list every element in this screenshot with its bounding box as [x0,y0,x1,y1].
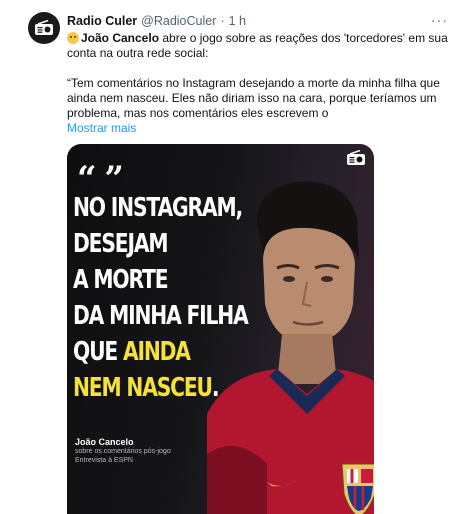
quote-line-1: “Tem comentários no Instagram desejando … [67,76,440,90]
player-face [263,227,355,346]
caption-name: João Cancelo [75,437,134,447]
tweet-header: Radio Culer @RadioCuler · 1 h ··· [67,12,452,30]
separator-dot: · [220,14,225,28]
tweet-line-1: João Cancelo abre o jogo sobre as reaçõe… [67,31,452,46]
author-handle[interactable]: @RadioCuler [141,14,216,28]
show-more-link[interactable]: Mostrar mais [67,121,452,136]
image-caption: João Cancelo sobre os comentários pós-jo… [75,437,171,465]
caption-line-1: sobre os comentários pós-jogo [75,448,171,455]
tweet-timestamp[interactable]: 1 h [229,14,246,28]
radio-logo-icon [347,150,365,165]
tweet-line-2: conta na outra rede social: [67,46,209,60]
avatar[interactable] [28,12,60,44]
tweet-media-image[interactable]: “ ” NO INSTAGRAM, DESEJAM A MORTE DA MIN… [67,144,374,514]
headline-line-1: NO INSTAGRAM, [73,193,243,223]
quote-line-2: ainda nem nasceu. Eles não diriam isso n… [67,91,437,105]
tweet-text: João Cancelo abre o jogo sobre as reaçõe… [67,31,452,136]
more-horizontal-icon[interactable]: ··· [431,12,448,28]
face-emoji-icon [67,32,79,44]
headline-line-4: DA MINHA FILHA [73,301,249,331]
mention-name: João Cancelo [81,31,160,45]
tweet-line-1-rest: abre o jogo sobre as reações dos 'torced… [159,31,448,45]
headline-line-2: DESEJAM [73,229,169,259]
headline-line-5: QUE AINDA [73,337,191,367]
quote-line-3: problema, mas nos comentários eles escre… [67,106,329,120]
caption-line-2: Entrevista à ESPN [75,457,133,464]
headline-line-6: NEM NASCEU. [73,373,220,403]
author-name[interactable]: Radio Culer [67,14,137,28]
radio-icon [35,20,53,35]
headline-line-3: A MORTE [73,265,169,295]
image-headline: NO INSTAGRAM, DESEJAM A MORTE DA MINHA F… [73,190,249,406]
